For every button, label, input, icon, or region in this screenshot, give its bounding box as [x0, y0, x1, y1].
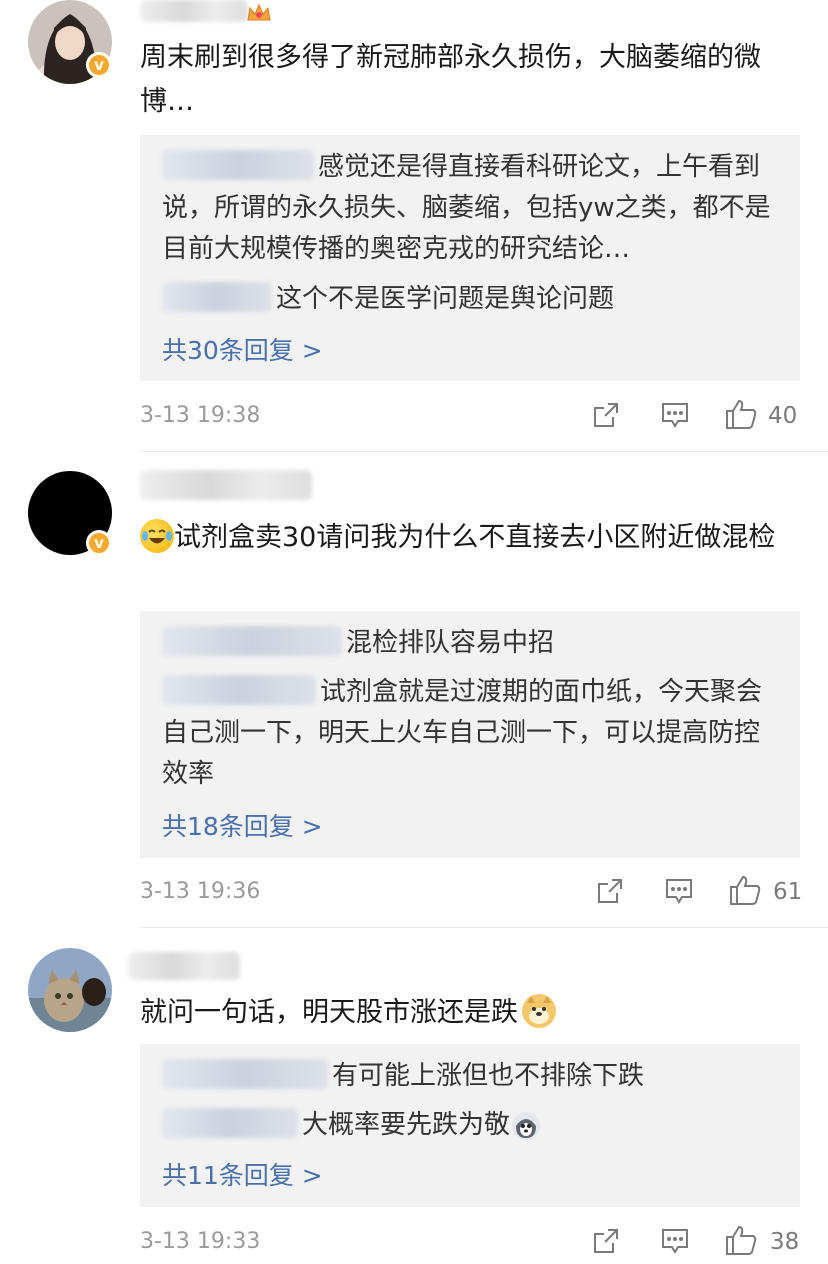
reply-box[interactable]: 混检排队容易中招 试剂盒就是过渡期的面巾纸，今天聚会自己测一下，明天上火车自己测…: [140, 611, 800, 858]
like-count: 38: [770, 1229, 800, 1255]
comment-icon[interactable]: [660, 1227, 690, 1259]
reply-username-blurred: [162, 150, 314, 180]
share-icon[interactable]: [592, 1227, 620, 1259]
thumbs-up-icon[interactable]: [728, 874, 762, 910]
reply-item[interactable]: 有可能上涨但也不排除下跌: [162, 1056, 782, 1097]
reply-item[interactable]: 混检排队容易中招: [162, 623, 782, 664]
reply-text: 这个不是医学问题是舆论问题: [276, 284, 615, 314]
share-icon[interactable]: [592, 401, 620, 433]
reply-username-blurred: [162, 1108, 298, 1138]
comment-item: v 周末刷到很多得了新冠肺部永久损伤，大脑萎缩的微博… 感觉还是得直接看科研论文…: [0, 0, 828, 450]
reply-text: 有可能上涨但也不排除下跌: [332, 1061, 645, 1091]
username-blurred[interactable]: [128, 952, 240, 980]
reply-item[interactable]: 感觉还是得直接看科研论文，上午看到说，所谓的永久损失、脑萎缩，包括yw之类，都不…: [162, 147, 782, 270]
crown-icon: [246, 2, 272, 24]
thumbs-up-icon[interactable]: [724, 398, 758, 434]
comment-item: 就问一句话，明天股市涨还是跌 有可能上涨但也不排除下跌 大概率要先跌为敬 共11…: [0, 928, 828, 1264]
comment-timestamp: 3-13 19:36: [140, 879, 261, 904]
avatar[interactable]: [28, 948, 112, 1032]
comment-body: 就问一句话，明天股市涨还是跌: [140, 991, 800, 1035]
reply-text: 混检排队容易中招: [346, 628, 555, 658]
like-count: 61: [773, 879, 803, 905]
comment-body-text: 试剂盒卖30请问我为什么不直接去小区附近做混检: [174, 522, 776, 553]
reply-box[interactable]: 感觉还是得直接看科研论文，上午看到说，所谓的永久损失、脑萎缩，包括yw之类，都不…: [140, 135, 800, 381]
reply-username-blurred: [162, 282, 272, 312]
reply-item[interactable]: 大概率要先跌为敬: [162, 1105, 782, 1146]
husky-emoji-icon: [512, 1112, 541, 1140]
reply-username-blurred: [162, 1059, 328, 1089]
username-blurred[interactable]: [140, 470, 312, 500]
comment-item: v 试剂盒卖30请问我为什么不直接去小区附近做混检 混检排队容易中招 试剂盒就是…: [0, 452, 828, 927]
reply-text: 大概率要先跌为敬: [302, 1110, 511, 1140]
comment-icon[interactable]: [660, 401, 690, 433]
comment-timestamp: 3-13 19:33: [140, 1229, 261, 1254]
verified-badge-icon: v: [86, 52, 112, 78]
comment-icon[interactable]: [664, 877, 694, 909]
comment-body: 试剂盒卖30请问我为什么不直接去小区附近做混检: [140, 516, 800, 560]
more-replies-link[interactable]: 共30条回复 >: [162, 331, 323, 367]
more-replies-link[interactable]: 共11条回复 >: [162, 1156, 323, 1192]
laugh-cry-emoji-icon: [140, 519, 174, 553]
username-blurred[interactable]: [140, 0, 248, 22]
comment-body-text: 就问一句话，明天股市涨还是跌: [140, 997, 518, 1028]
share-icon[interactable]: [596, 877, 624, 909]
verified-badge-icon: v: [86, 530, 112, 556]
comment-timestamp: 3-13 19:38: [140, 403, 261, 428]
reply-username-blurred: [162, 626, 342, 656]
like-count: 40: [768, 403, 798, 429]
more-replies-link[interactable]: 共18条回复 >: [162, 807, 323, 843]
reply-item[interactable]: 试剂盒就是过渡期的面巾纸，今天聚会自己测一下，明天上火车自己测一下，可以提高防控…: [162, 672, 782, 795]
comment-body: 周末刷到很多得了新冠肺部永久损伤，大脑萎缩的微博…: [140, 42, 761, 117]
reply-box[interactable]: 有可能上涨但也不排除下跌 大概率要先跌为敬 共11条回复 >: [140, 1044, 800, 1207]
reply-username-blurred: [162, 675, 316, 705]
doge-emoji-icon: [522, 994, 556, 1028]
thumbs-up-icon[interactable]: [724, 1224, 758, 1260]
reply-item[interactable]: 这个不是医学问题是舆论问题: [162, 279, 782, 320]
